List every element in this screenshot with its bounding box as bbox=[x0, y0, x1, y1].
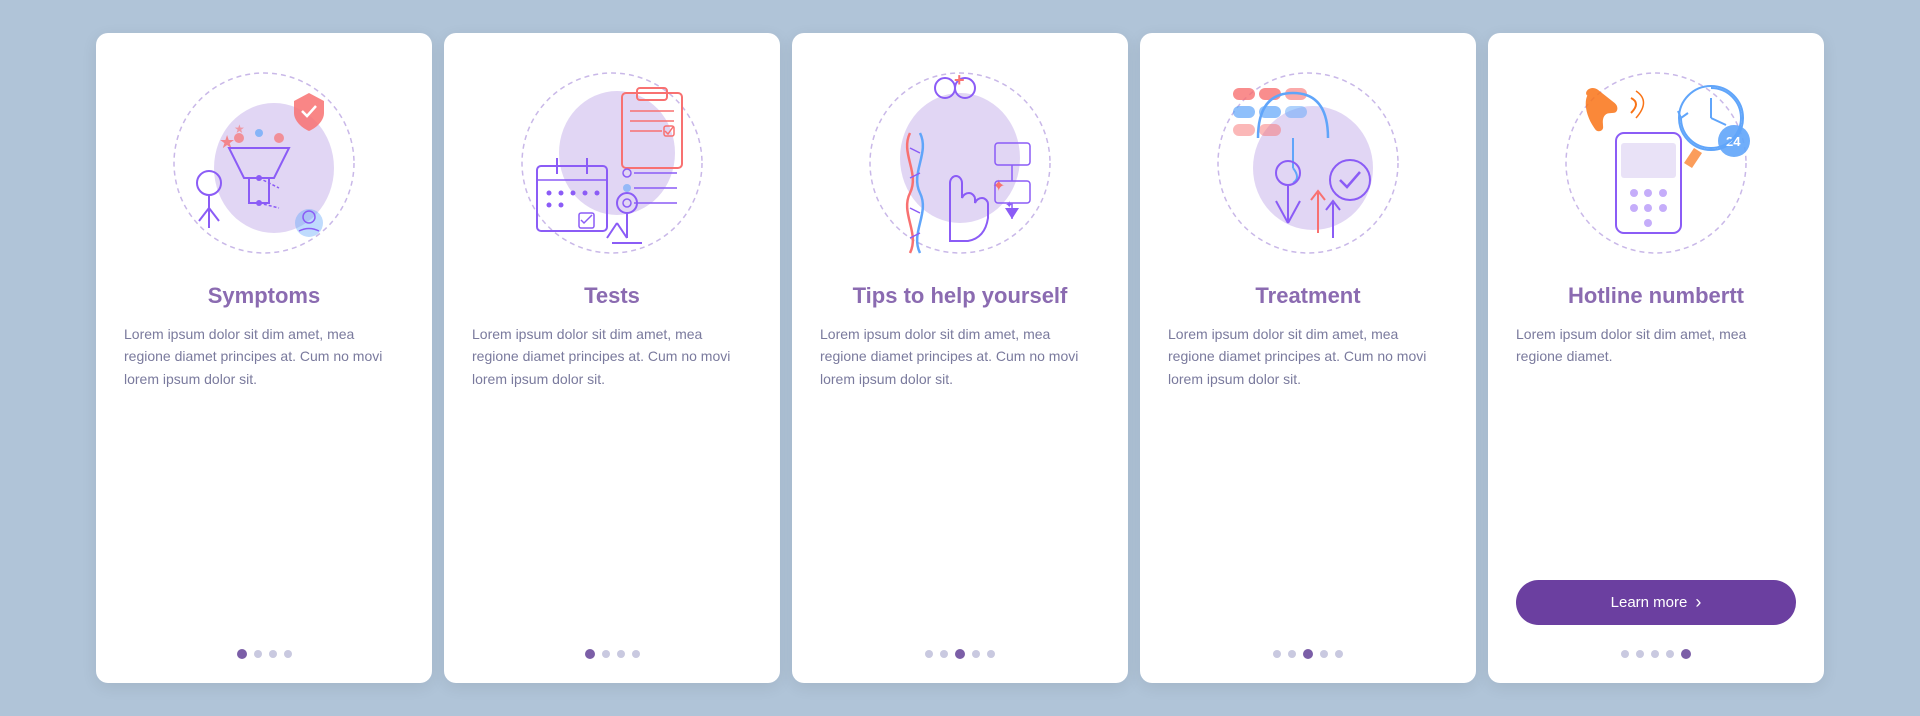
tips-title: Tips to help yourself bbox=[853, 283, 1068, 309]
tests-illustration bbox=[512, 63, 712, 263]
tests-body: Lorem ipsum dolor sit dim amet, mea regi… bbox=[472, 323, 752, 625]
dot bbox=[269, 650, 277, 658]
dot bbox=[585, 649, 595, 659]
dot bbox=[237, 649, 247, 659]
dot bbox=[1681, 649, 1691, 659]
dot bbox=[617, 650, 625, 658]
card-tests: Tests Lorem ipsum dolor sit dim amet, me… bbox=[444, 33, 780, 683]
hotline-body: Lorem ipsum dolor sit dim amet, mea regi… bbox=[1516, 323, 1796, 564]
dot bbox=[972, 650, 980, 658]
treatment-illustration bbox=[1208, 63, 1408, 263]
card-symptoms: ★ ★ bbox=[96, 33, 432, 683]
dot bbox=[284, 650, 292, 658]
card-hotline: 24 Hotline numbertt Lorem ipsum dolor si… bbox=[1488, 33, 1824, 683]
arrow-icon: › bbox=[1695, 592, 1701, 613]
dot bbox=[1288, 650, 1296, 658]
dot bbox=[1621, 650, 1629, 658]
dot bbox=[1636, 650, 1644, 658]
dot bbox=[940, 650, 948, 658]
tests-dots bbox=[585, 649, 640, 659]
treatment-title: Treatment bbox=[1255, 283, 1360, 309]
svg-text:+: + bbox=[954, 70, 965, 90]
dot bbox=[987, 650, 995, 658]
learn-more-button[interactable]: Learn more › bbox=[1516, 580, 1796, 625]
cards-container: ★ ★ bbox=[56, 3, 1864, 713]
dot bbox=[1320, 650, 1328, 658]
dot bbox=[602, 650, 610, 658]
treatment-body: Lorem ipsum dolor sit dim amet, mea regi… bbox=[1168, 323, 1448, 625]
tips-illustration: + ✦ ✦ bbox=[860, 63, 1060, 263]
card-tips: + ✦ ✦ bbox=[792, 33, 1128, 683]
dot bbox=[632, 650, 640, 658]
symptoms-body: Lorem ipsum dolor sit dim amet, mea regi… bbox=[124, 323, 404, 625]
dot bbox=[1335, 650, 1343, 658]
tests-title: Tests bbox=[584, 283, 640, 309]
learn-more-label: Learn more bbox=[1611, 594, 1688, 611]
dot bbox=[1303, 649, 1313, 659]
symptoms-title: Symptoms bbox=[208, 283, 320, 309]
treatment-dots bbox=[1273, 649, 1343, 659]
dot bbox=[254, 650, 262, 658]
card-treatment: Treatment Lorem ipsum dolor sit dim amet… bbox=[1140, 33, 1476, 683]
dot bbox=[1273, 650, 1281, 658]
hotline-dots bbox=[1621, 649, 1691, 659]
hotline-title: Hotline numbertt bbox=[1568, 283, 1744, 309]
hotline-illustration: 24 bbox=[1556, 63, 1756, 263]
dot bbox=[955, 649, 965, 659]
dot bbox=[1666, 650, 1674, 658]
tips-dots bbox=[925, 649, 995, 659]
symptoms-illustration: ★ ★ bbox=[164, 63, 364, 263]
dot bbox=[925, 650, 933, 658]
tips-body: Lorem ipsum dolor sit dim amet, mea regi… bbox=[820, 323, 1100, 625]
symptoms-dots bbox=[237, 649, 292, 659]
dot bbox=[1651, 650, 1659, 658]
